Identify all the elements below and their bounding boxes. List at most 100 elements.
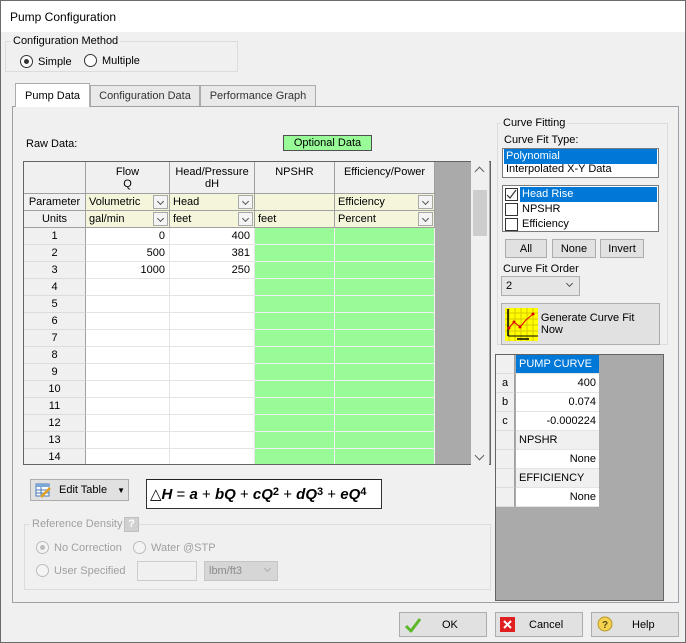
efficiency-cell[interactable] [335,364,435,381]
parameter-select[interactable]: Head [170,194,255,211]
radio-no-correction-indicator[interactable] [36,541,49,554]
edit-table-button[interactable]: Edit Table ▼ [30,479,129,501]
radio-simple[interactable]: Simple [20,55,72,68]
efficiency-cell[interactable] [335,449,435,464]
npshr-cell[interactable] [255,245,335,262]
density-value-input[interactable] [137,561,197,581]
units-select[interactable]: gal/min [86,211,170,228]
coef-a-value[interactable]: 400 [516,374,599,393]
efficiency-cell[interactable] [335,245,435,262]
efficiency-cell[interactable] [335,296,435,313]
flow-cell[interactable]: 1000 [86,262,170,279]
head-cell[interactable] [170,449,255,464]
npshr-cell[interactable] [255,449,335,464]
flow-cell[interactable]: 500 [86,245,170,262]
efficiency-cell[interactable] [335,347,435,364]
grid-vertical-scrollbar[interactable] [471,161,489,465]
efficiency-cell[interactable] [335,313,435,330]
radio-multiple[interactable]: Multiple [84,54,140,67]
radio-no-correction[interactable]: No Correction [36,541,122,554]
efficiency-cell[interactable] [335,398,435,415]
parameter-select[interactable]: Efficiency [335,194,435,211]
npshr-cell[interactable] [255,279,335,296]
npshr-cell[interactable] [255,228,335,245]
npshr-cell[interactable] [255,415,335,432]
flow-cell[interactable] [86,364,170,381]
npshr-checkbox[interactable] [505,203,518,216]
npshr-cell[interactable] [255,262,335,279]
chevron-down-icon[interactable] [418,212,433,226]
flow-cell[interactable] [86,415,170,432]
units-select[interactable]: feet [255,211,335,228]
head-cell[interactable] [170,313,255,330]
head-cell[interactable]: 381 [170,245,255,262]
chevron-down-icon[interactable] [238,212,253,226]
curve-item-npshr[interactable]: NPSHR [504,202,657,217]
npshr-cell[interactable] [255,381,335,398]
npshr-cell[interactable] [255,313,335,330]
head-cell[interactable] [170,398,255,415]
efficiency-cell[interactable] [335,279,435,296]
cancel-button[interactable]: Cancel [495,612,583,637]
radio-simple-indicator[interactable] [20,55,33,68]
efficiency-cell[interactable] [335,415,435,432]
curve-select-list[interactable]: Head Rise NPSHR Efficiency [502,185,659,232]
generate-curve-fit-button[interactable]: Generate Curve Fit Now [501,303,660,345]
head-cell[interactable] [170,381,255,398]
npshr-cell[interactable] [255,347,335,364]
npshr-cell[interactable] [255,296,335,313]
head-cell[interactable] [170,364,255,381]
efficiency-checkbox[interactable] [505,218,518,231]
npshr-value[interactable]: None [516,450,599,469]
flow-cell[interactable] [86,296,170,313]
curve-item-efficiency[interactable]: Efficiency [504,217,657,232]
select-all-button[interactable]: All [505,239,547,258]
head-cell[interactable] [170,296,255,313]
help-button[interactable]: ? Help [591,612,679,637]
radio-user-specified[interactable]: User Specified [36,564,126,577]
tab-performance-graph[interactable]: Performance Graph [200,85,316,106]
flow-cell[interactable] [86,432,170,449]
efficiency-value[interactable]: None [516,488,599,507]
parameter-select[interactable] [255,194,335,211]
head-cell[interactable]: 250 [170,262,255,279]
flow-cell[interactable] [86,330,170,347]
coef-b-value[interactable]: 0.074 [516,393,599,412]
scroll-up-icon[interactable] [474,166,485,177]
ok-button[interactable]: OK [399,612,487,637]
radio-multiple-indicator[interactable] [84,54,97,67]
chevron-down-icon[interactable] [153,195,168,209]
radio-water-stp-indicator[interactable] [133,541,146,554]
npshr-cell[interactable] [255,398,335,415]
chevron-down-icon[interactable] [153,212,168,226]
npshr-cell[interactable] [255,330,335,347]
npshr-cell[interactable] [255,364,335,381]
scroll-thumb[interactable] [473,190,487,236]
select-none-button[interactable]: None [552,239,596,258]
scroll-down-icon[interactable] [474,450,485,461]
efficiency-cell[interactable] [335,381,435,398]
chevron-down-icon[interactable] [238,195,253,209]
invert-selection-button[interactable]: Invert [600,239,644,258]
curve-fit-type-interpolated[interactable]: Interpolated X-Y Data [504,162,657,177]
flow-cell[interactable] [86,313,170,330]
efficiency-cell[interactable] [335,262,435,279]
units-select[interactable]: feet [170,211,255,228]
head-cell[interactable] [170,279,255,296]
curve-fit-type-list[interactable]: Polynomial Interpolated X-Y Data [502,148,659,178]
head-rise-checkbox[interactable] [505,188,518,201]
tab-pump-data[interactable]: Pump Data [15,83,90,107]
help-question-icon[interactable]: ? [124,517,139,532]
flow-cell[interactable] [86,381,170,398]
parameter-select[interactable]: Volumetric [86,194,170,211]
flow-cell[interactable] [86,347,170,364]
flow-cell[interactable] [86,279,170,296]
tab-configuration-data[interactable]: Configuration Data [90,85,200,106]
flow-cell[interactable] [86,449,170,464]
coefficients-grid[interactable]: PUMP CURVE a 400 b 0.074 c -0.000224 NPS… [495,354,664,601]
head-cell[interactable] [170,330,255,347]
units-select[interactable]: Percent [335,211,435,228]
radio-user-specified-indicator[interactable] [36,564,49,577]
head-cell[interactable]: 400 [170,228,255,245]
flow-cell[interactable]: 0 [86,228,170,245]
